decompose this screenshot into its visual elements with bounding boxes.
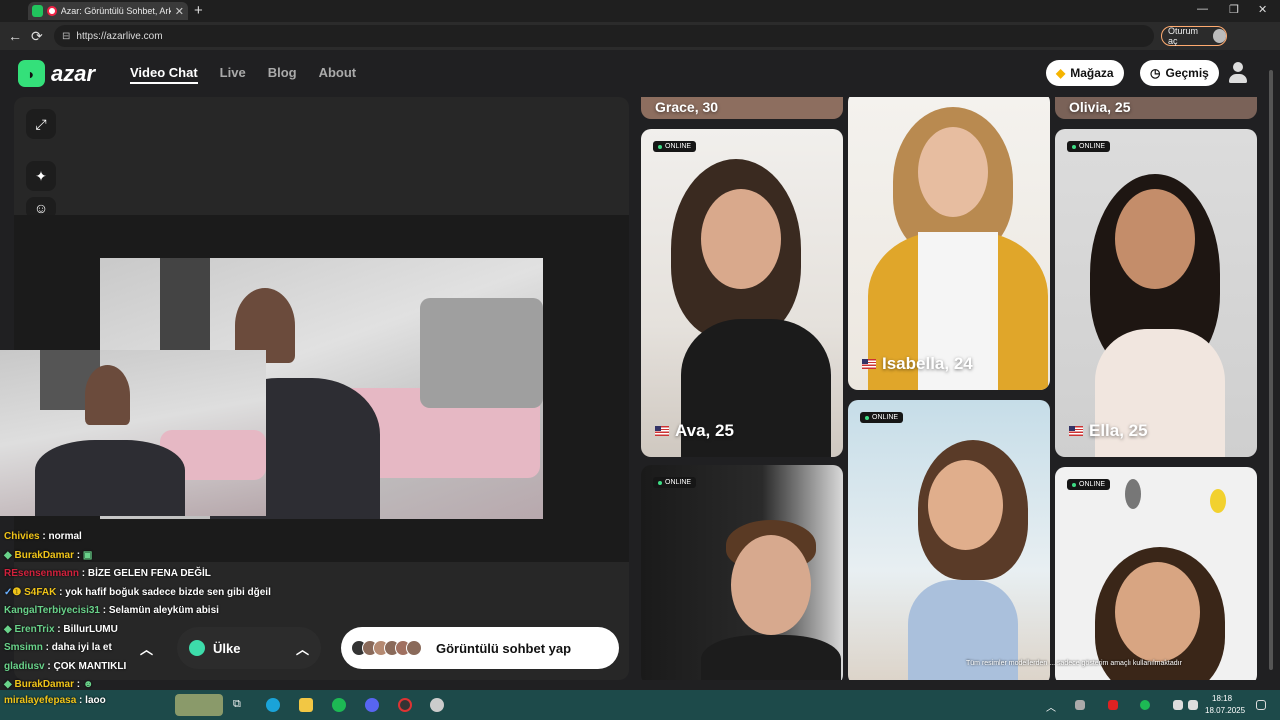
- signin-button[interactable]: Oturum aç: [1161, 26, 1227, 46]
- recording-icon: [47, 6, 57, 16]
- disclaimer-text: Tüm resimler modellerden ... sadece göst…: [966, 660, 1182, 667]
- close-window-icon[interactable]: ✕: [1258, 3, 1267, 16]
- edge-browser-icon[interactable]: [266, 698, 280, 712]
- self-video: [0, 350, 266, 516]
- nav-video-chat[interactable]: Video Chat: [130, 65, 198, 84]
- close-tab-icon[interactable]: ✕: [175, 5, 184, 18]
- chat-line: Chivies : normal: [4, 531, 82, 542]
- back-icon[interactable]: ←: [8, 28, 22, 44]
- spotify-icon[interactable]: [332, 698, 346, 712]
- main-nav: Video Chat Live Blog About: [130, 65, 356, 84]
- nav-about[interactable]: About: [319, 65, 357, 84]
- chat-line: ◆ BurakDamar : ▣: [4, 549, 93, 561]
- gender-filter-chevron[interactable]: ︿: [140, 627, 168, 669]
- refresh-icon[interactable]: ⟳: [31, 28, 43, 45]
- tray-chevron-up-icon[interactable]: ︿: [1046, 699, 1056, 714]
- expand-icon[interactable]: ⤢: [26, 109, 56, 139]
- widgets-icon[interactable]: [175, 694, 223, 716]
- tray-spotify-icon[interactable]: [1140, 700, 1150, 710]
- profile-name: Ella, 25: [1069, 421, 1148, 441]
- history-button[interactable]: ◷ Geçmiş: [1140, 60, 1219, 86]
- url-text: https://azarlive.com: [76, 30, 163, 42]
- clock-icon: ◷: [1150, 66, 1161, 80]
- start-video-chat-button[interactable]: Görüntülü sohbet yap: [341, 627, 619, 669]
- chat-line: miralayefepasa : laoo: [4, 695, 106, 706]
- task-view-icon[interactable]: ⧉: [233, 698, 247, 712]
- online-badge: ONLINE: [860, 412, 904, 423]
- online-badge: ONLINE: [653, 477, 697, 488]
- history-label: Geçmiş: [1165, 66, 1209, 80]
- file-explorer-icon[interactable]: [299, 698, 313, 712]
- country-filter-button[interactable]: Ülke ︿: [177, 627, 321, 669]
- azar-logo-icon: ◗: [18, 60, 45, 87]
- cta-label: Görüntülü sohbet yap: [436, 640, 572, 656]
- profile-name: Ava, 25: [655, 421, 734, 441]
- profile-card[interactable]: ONLINE: [848, 400, 1050, 680]
- user-profile-icon[interactable]: [1228, 62, 1248, 84]
- clock-time[interactable]: 18:18: [1212, 694, 1232, 703]
- profile-name: Isabella, 24: [862, 354, 973, 374]
- signin-label: Oturum aç: [1168, 26, 1199, 46]
- profile-card-isabella[interactable]: Isabella, 24: [848, 97, 1050, 390]
- shop-label: Mağaza: [1070, 66, 1114, 80]
- profile-card-ella[interactable]: ONLINE Ella, 25: [1055, 129, 1257, 457]
- stream-chat: Chivies : normal ◆ BurakDamar : ▣ REsens…: [4, 528, 334, 695]
- chat-line: KangalTerbiyecisi31 : Selamün aleyküm ab…: [4, 605, 219, 616]
- profile-card[interactable]: ONLINE: [641, 465, 843, 680]
- country-label: Ülke: [213, 640, 241, 656]
- browser-tab-bar: Azar: Görüntülü Sohbet, Ark... ✕ + — ❐ ✕: [0, 0, 1280, 22]
- chevron-up-icon: ︿: [295, 641, 309, 657]
- us-flag-icon: [862, 359, 876, 369]
- online-badge: ONLINE: [1067, 479, 1111, 490]
- browser-tab[interactable]: Azar: Görüntülü Sohbet, Ark... ✕: [28, 2, 188, 20]
- tray-app-icon[interactable]: [1108, 700, 1118, 710]
- network-icon[interactable]: [1173, 700, 1183, 710]
- maximize-icon[interactable]: ❐: [1229, 3, 1239, 16]
- nav-live[interactable]: Live: [220, 65, 246, 84]
- page-scrollbar[interactable]: [1268, 60, 1274, 680]
- online-badge: ONLINE: [1067, 141, 1111, 152]
- volume-icon[interactable]: [1188, 700, 1198, 710]
- app-icon[interactable]: [430, 698, 444, 712]
- notifications-icon[interactable]: [1256, 700, 1266, 710]
- chat-line: ✓❶ S4FAK : yok hafif boğuk sadece bizde …: [4, 586, 271, 598]
- profile-card-ava[interactable]: ONLINE Ava, 25: [641, 129, 843, 457]
- profile-card[interactable]: Grace, 30: [641, 97, 843, 119]
- tab-title: Azar: Görüntülü Sohbet, Ark...: [60, 6, 171, 16]
- clock-date[interactable]: 18.07.2025: [1205, 706, 1245, 715]
- logo-text: azar: [51, 60, 96, 86]
- new-tab-icon[interactable]: +: [194, 2, 203, 19]
- gem-icon: ◆: [1056, 66, 1066, 80]
- obs-icon[interactable]: [398, 698, 412, 712]
- profile-grid: Grace, 30 Olivia, 25 ONLINE Ava, 25 Isab…: [640, 97, 1260, 680]
- site-info-icon[interactable]: ⊟: [62, 31, 70, 42]
- site-favicon-icon: [32, 5, 44, 17]
- online-badge: ONLINE: [653, 141, 697, 152]
- us-flag-icon: [655, 426, 669, 436]
- discord-icon[interactable]: [365, 698, 379, 712]
- avatar-stack: [351, 640, 422, 656]
- chevron-up-icon: ︿: [140, 641, 154, 657]
- windows-taskbar: ⧉ ︿ 18:18 18.07.2025: [0, 690, 1280, 720]
- profile-card[interactable]: ONLINE: [1055, 467, 1257, 680]
- address-bar: ← ⟳ ⊟ https://azarlive.com: [0, 22, 1280, 50]
- profile-avatar-icon: [1212, 29, 1226, 43]
- url-field[interactable]: ⊟ https://azarlive.com: [54, 25, 1154, 47]
- nav-blog[interactable]: Blog: [268, 65, 297, 84]
- azar-logo[interactable]: ◗ azar: [18, 60, 95, 87]
- shop-button[interactable]: ◆ Mağaza: [1046, 60, 1124, 86]
- chat-line: REsensenmann : BİZE GELEN FENA DEĞİL: [4, 568, 211, 579]
- profile-card[interactable]: Olivia, 25: [1055, 97, 1257, 119]
- minimize-icon[interactable]: —: [1197, 3, 1208, 15]
- us-flag-icon: [1069, 426, 1083, 436]
- tray-app-icon[interactable]: [1075, 700, 1085, 710]
- effects-sparkle-icon[interactable]: ✦: [26, 161, 56, 191]
- globe-icon: [189, 640, 205, 656]
